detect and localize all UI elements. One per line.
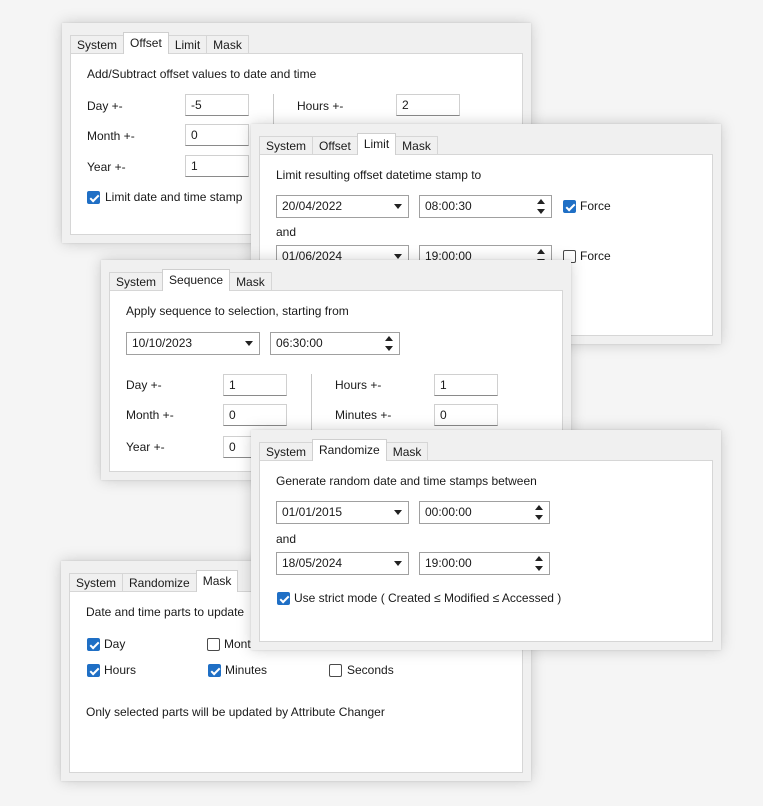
sequence-tabs: System Sequence Mask	[109, 269, 272, 291]
randomize-panel: System Randomize Mask Generate random da…	[251, 430, 721, 650]
day-label: Day +-	[87, 99, 123, 113]
tab-system[interactable]: System	[259, 136, 314, 155]
spin-icon[interactable]	[537, 199, 546, 215]
randomize-heading: Generate random date and time stamps bet…	[276, 474, 537, 488]
limit-start-date-picker[interactable]: 20/04/2022	[276, 195, 409, 218]
year-label: Year +-	[126, 440, 165, 454]
sequence-start-time-picker[interactable]: 06:30:00	[270, 332, 400, 355]
spin-icon[interactable]	[385, 336, 394, 352]
month-label: Mont	[224, 637, 251, 651]
day-offset-input[interactable]: -5	[185, 94, 249, 116]
spin-icon[interactable]	[535, 505, 544, 521]
chevron-down-icon[interactable]	[394, 254, 402, 259]
time-value: 08:00:30	[425, 199, 472, 213]
random-start-date-picker[interactable]: 01/01/2015	[276, 501, 409, 524]
limit-checkbox[interactable]	[87, 191, 100, 204]
day-step-input[interactable]: 1	[223, 374, 287, 396]
date-value: 10/10/2023	[132, 336, 193, 350]
day-label: Day	[104, 637, 126, 651]
date-value: 01/01/2015	[282, 505, 343, 519]
tab-offset[interactable]: Offset	[312, 136, 358, 155]
mask-footer-note: Only selected parts will be updated by A…	[86, 705, 385, 719]
sequence-start-date-picker[interactable]: 10/10/2023	[126, 332, 260, 355]
tab-limit[interactable]: Limit	[167, 35, 208, 54]
tab-limit[interactable]: Limit	[356, 133, 397, 155]
tab-system[interactable]: System	[109, 272, 164, 291]
tab-mask[interactable]: Mask	[385, 442, 429, 461]
minutes-label: Minutes	[225, 663, 268, 677]
limit-tabs: System Offset Limit Mask	[259, 133, 438, 155]
minutes-step-input[interactable]: 0	[434, 404, 498, 426]
tab-mask[interactable]: Mask	[229, 272, 272, 291]
day-checkbox[interactable]	[87, 638, 100, 651]
year-offset-input[interactable]: 1	[185, 155, 249, 177]
date-value: 20/04/2022	[282, 199, 343, 213]
time-value: 00:00:00	[425, 505, 472, 519]
month-offset-input[interactable]: 0	[185, 124, 249, 146]
seconds-label: Seconds	[347, 663, 394, 677]
hours-label: Hours +-	[297, 99, 344, 113]
chevron-down-icon[interactable]	[394, 561, 402, 566]
minutes-checkbox[interactable]	[208, 664, 221, 677]
hours-label: Hours	[104, 663, 137, 677]
chevron-down-icon[interactable]	[394, 204, 402, 209]
force-label: Force	[580, 199, 611, 213]
month-step-input[interactable]: 0	[223, 404, 287, 426]
month-label: Month +-	[126, 408, 174, 422]
year-label: Year +-	[87, 160, 126, 174]
and-label: and	[276, 225, 297, 239]
spin-icon[interactable]	[535, 556, 544, 572]
sequence-heading: Apply sequence to selection, starting fr…	[126, 304, 349, 318]
strict-mode-checkbox[interactable]	[277, 592, 290, 605]
randomize-tab-content: Generate random date and time stamps bet…	[259, 460, 713, 642]
tab-system[interactable]: System	[259, 442, 314, 461]
tab-system[interactable]: System	[70, 35, 125, 54]
force-checkbox[interactable]	[563, 200, 576, 213]
and-label: and	[276, 532, 297, 546]
month-checkbox[interactable]	[207, 638, 220, 651]
random-end-time-picker[interactable]: 19:00:00	[419, 552, 550, 575]
seconds-checkbox[interactable]	[329, 664, 342, 677]
date-value: 18/05/2024	[282, 556, 343, 570]
mask-tabs: System Randomize Mask	[69, 570, 239, 592]
month-label: Month +-	[87, 129, 135, 143]
time-value: 19:00:00	[425, 556, 472, 570]
strict-mode-label: Use strict mode ( Created ≤ Modified ≤ A…	[294, 591, 562, 605]
day-label: Day +-	[126, 378, 162, 392]
force-label-2: Force	[580, 249, 611, 263]
tab-mask[interactable]: Mask	[206, 35, 249, 54]
tab-mask[interactable]: Mask	[195, 570, 239, 592]
offset-tabs: System Offset Limit Mask	[70, 32, 249, 54]
randomize-tabs: System Randomize Mask	[259, 439, 429, 461]
time-value: 06:30:00	[276, 336, 323, 350]
random-start-time-picker[interactable]: 00:00:00	[419, 501, 550, 524]
offset-heading: Add/Subtract offset values to date and t…	[87, 67, 317, 81]
tab-system[interactable]: System	[69, 573, 124, 592]
limit-label: Limit date and time stamp	[105, 190, 243, 204]
limit-heading: Limit resulting offset datetime stamp to	[276, 168, 482, 182]
mask-heading: Date and time parts to update	[86, 605, 245, 619]
tab-mask[interactable]: Mask	[395, 136, 438, 155]
random-end-date-picker[interactable]: 18/05/2024	[276, 552, 409, 575]
chevron-down-icon[interactable]	[394, 510, 402, 515]
hours-step-input[interactable]: 1	[434, 374, 498, 396]
limit-start-time-picker[interactable]: 08:00:30	[419, 195, 552, 218]
chevron-down-icon[interactable]	[245, 341, 253, 346]
minutes-label: Minutes +-	[335, 408, 392, 422]
tab-offset[interactable]: Offset	[123, 32, 169, 54]
tab-sequence[interactable]: Sequence	[162, 269, 231, 291]
tab-randomize[interactable]: Randomize	[312, 439, 387, 461]
hours-label: Hours +-	[335, 378, 382, 392]
tab-randomize[interactable]: Randomize	[122, 573, 197, 592]
hours-checkbox[interactable]	[87, 664, 100, 677]
hours-offset-input[interactable]: 2	[396, 94, 460, 116]
